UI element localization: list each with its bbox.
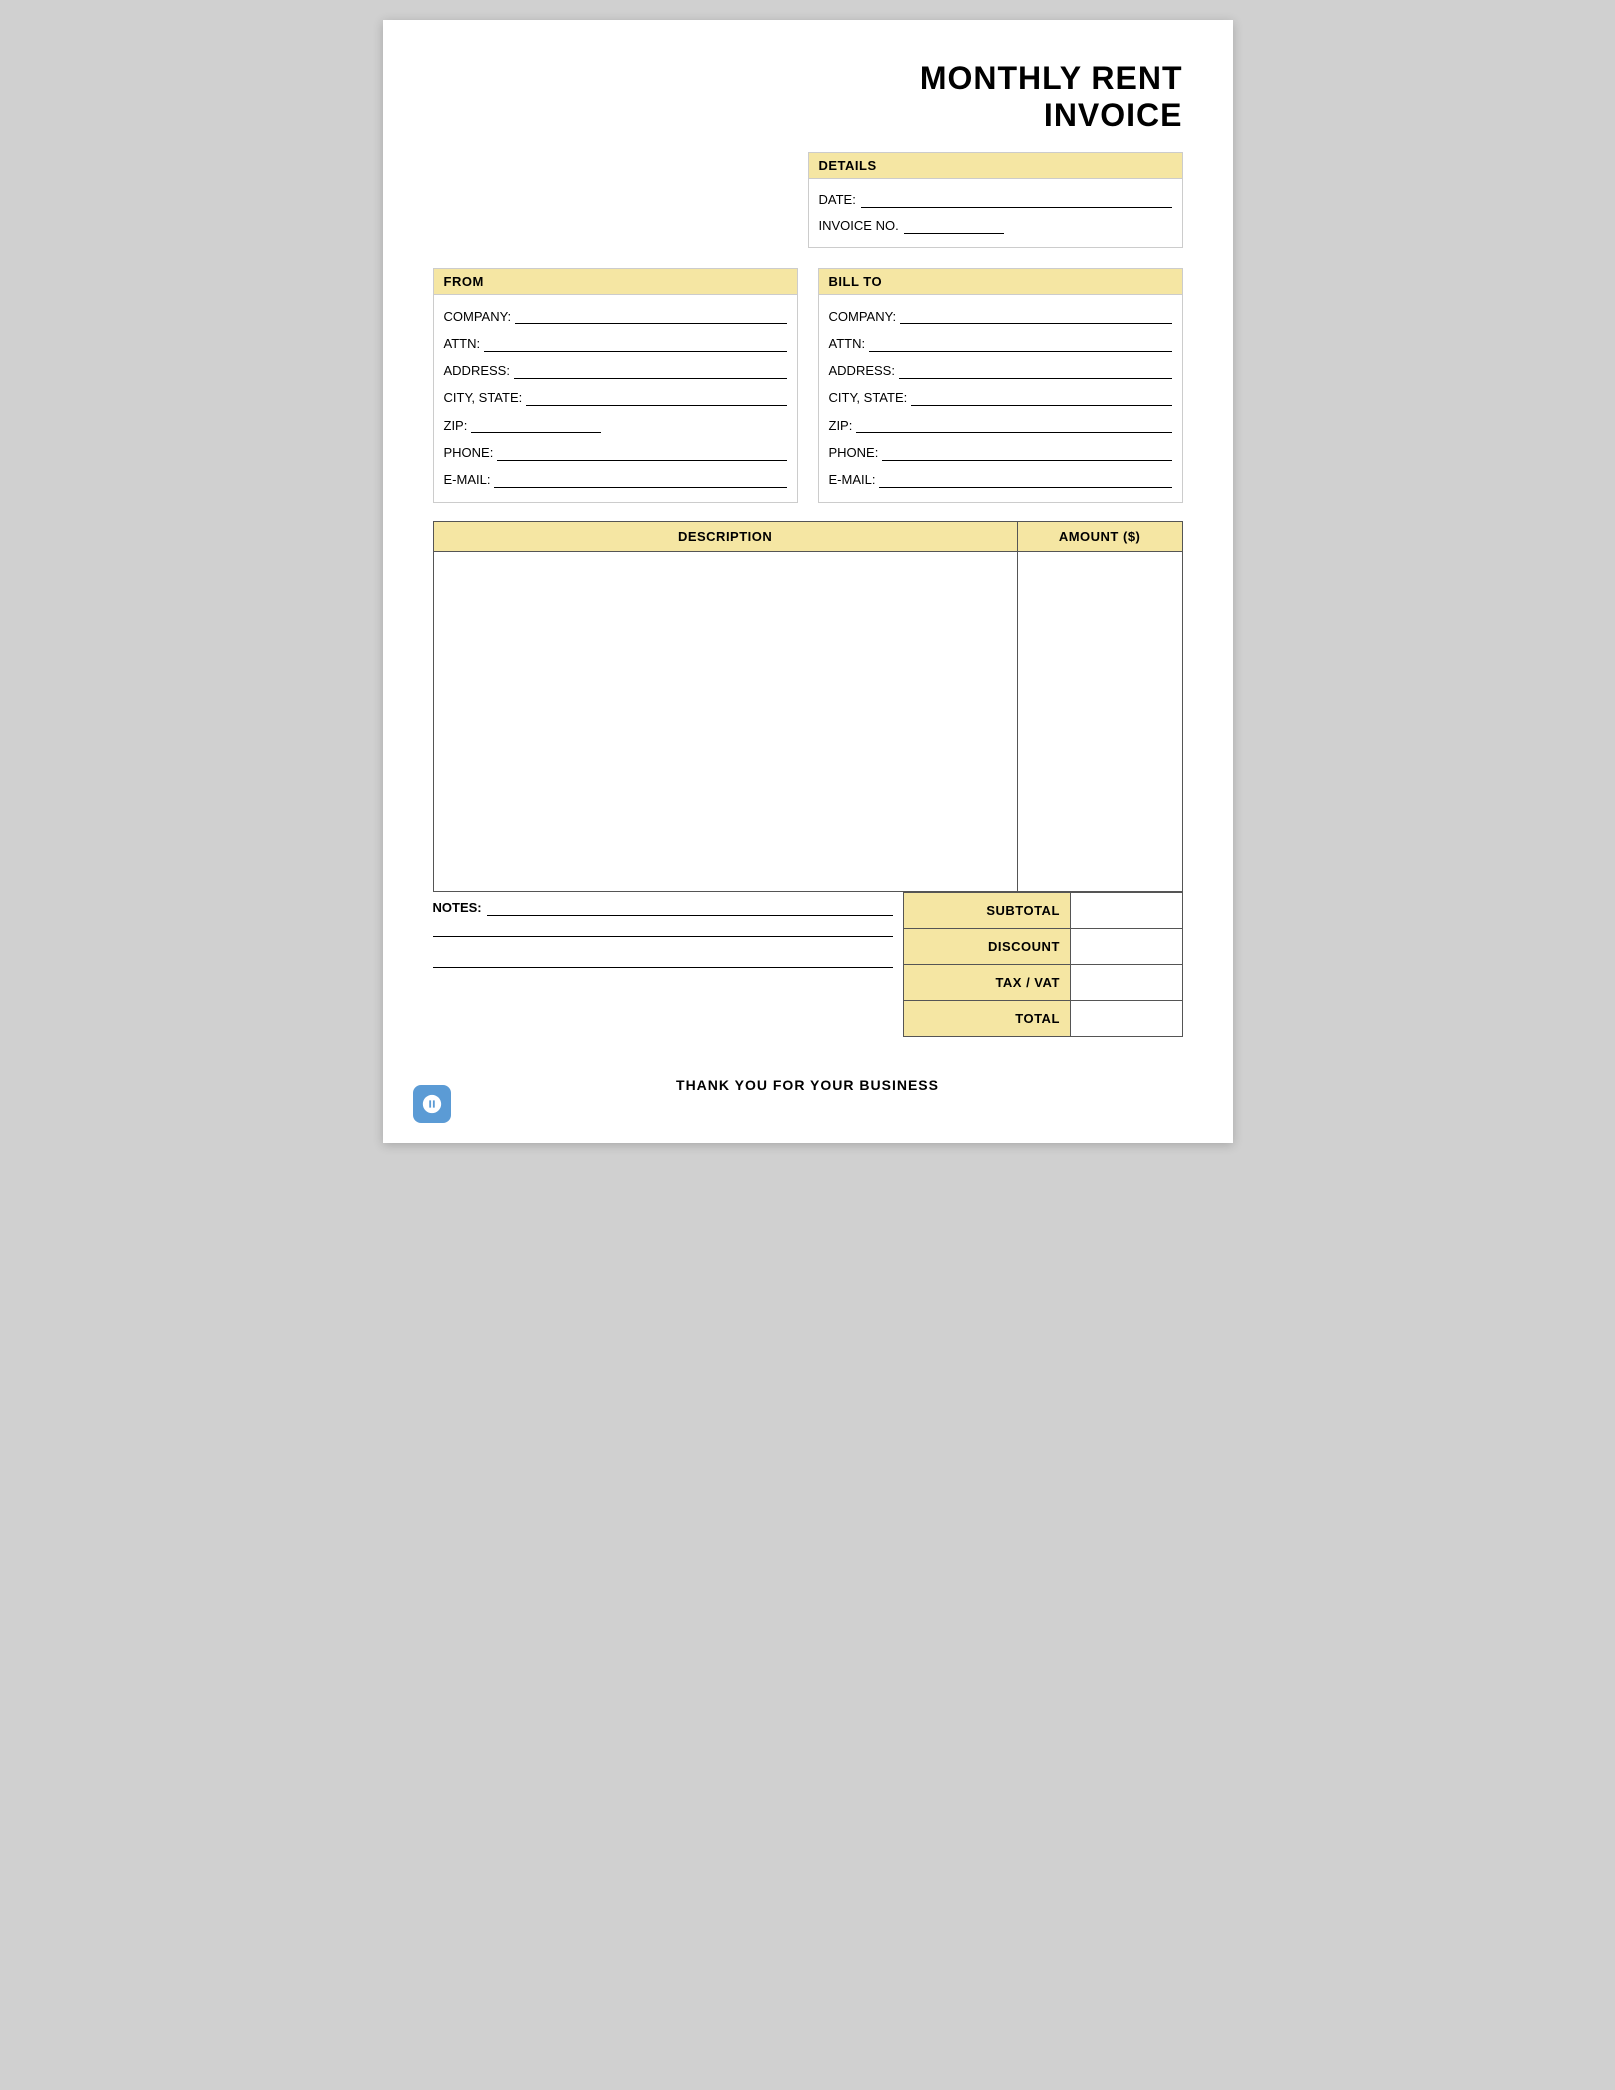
- from-zip-input[interactable]: [471, 417, 601, 433]
- total-row: TOTAL: [903, 1000, 1182, 1036]
- from-citystate-input[interactable]: [526, 390, 786, 406]
- date-underline[interactable]: [861, 192, 1172, 208]
- billto-header: BILL TO: [818, 268, 1183, 295]
- col-amount-header: AMOUNT ($): [1017, 521, 1182, 551]
- tax-row: TAX / VAT: [903, 964, 1182, 1000]
- from-section: FROM COMPANY: ATTN: ADDRESS: CITY, STATE…: [433, 268, 798, 503]
- billto-phone-input[interactable]: [882, 445, 1171, 461]
- invoice-title: MONTHLY RENT INVOICE: [433, 60, 1183, 134]
- table-row: [433, 551, 1182, 891]
- invoice-page: MONTHLY RENT INVOICE DETAILS DATE: INVOI…: [383, 20, 1233, 1143]
- billto-body: COMPANY: ATTN: ADDRESS: CITY, STATE: ZIP…: [818, 295, 1183, 503]
- notes-extra-line1: [433, 936, 893, 937]
- discount-row: DISCOUNT: [903, 928, 1182, 964]
- date-field: DATE:: [819, 187, 1172, 213]
- from-address-input[interactable]: [514, 363, 787, 379]
- from-company-input[interactable]: [515, 308, 786, 324]
- billto-citystate-input[interactable]: [911, 390, 1171, 406]
- summary-table: SUBTOTAL DISCOUNT TAX / VAT TOTAL: [903, 892, 1183, 1037]
- billto-attn-input[interactable]: [869, 336, 1171, 352]
- amount-cell[interactable]: [1017, 551, 1182, 891]
- brand-svg-icon: [421, 1093, 443, 1115]
- billto-company-input[interactable]: [900, 308, 1171, 324]
- description-table: DESCRIPTION AMOUNT ($): [433, 521, 1183, 892]
- from-phone-input[interactable]: [497, 445, 786, 461]
- notes-field: NOTES:: [433, 900, 893, 916]
- invoice-no-underline[interactable]: [904, 218, 1004, 234]
- subtotal-row: SUBTOTAL: [903, 892, 1182, 928]
- billto-email-input[interactable]: [879, 472, 1171, 488]
- summary-section: NOTES: SUBTOTAL DISCOUNT TAX / VAT: [433, 892, 1183, 1037]
- from-attn-input[interactable]: [484, 336, 786, 352]
- invoice-no-field: INVOICE NO.: [819, 213, 1172, 239]
- description-cell[interactable]: [433, 551, 1017, 891]
- billto-address-input[interactable]: [899, 363, 1172, 379]
- address-section: FROM COMPANY: ATTN: ADDRESS: CITY, STATE…: [433, 268, 1183, 503]
- notes-input[interactable]: [487, 900, 893, 916]
- bottom-brand-icon: [413, 1085, 451, 1123]
- discount-value[interactable]: [1070, 928, 1182, 964]
- from-body: COMPANY: ATTN: ADDRESS: CITY, STATE: ZIP…: [433, 295, 798, 503]
- from-header: FROM: [433, 268, 798, 295]
- subtotal-value[interactable]: [1070, 892, 1182, 928]
- total-value[interactable]: [1070, 1000, 1182, 1036]
- billto-zip-input[interactable]: [856, 417, 1171, 433]
- details-body: DATE: INVOICE NO.: [808, 179, 1183, 248]
- invoice-header: MONTHLY RENT INVOICE: [433, 60, 1183, 134]
- details-section: DETAILS DATE: INVOICE NO.: [808, 152, 1183, 248]
- col-description-header: DESCRIPTION: [433, 521, 1017, 551]
- from-email-input[interactable]: [494, 472, 786, 488]
- tax-value[interactable]: [1070, 964, 1182, 1000]
- notes-extra-line2: [433, 967, 893, 968]
- details-header: DETAILS: [808, 152, 1183, 179]
- billto-section: BILL TO COMPANY: ATTN: ADDRESS: CITY, ST…: [818, 268, 1183, 503]
- notes-area: NOTES:: [433, 892, 903, 1037]
- thank-you-text: THANK YOU FOR YOUR BUSINESS: [433, 1077, 1183, 1093]
